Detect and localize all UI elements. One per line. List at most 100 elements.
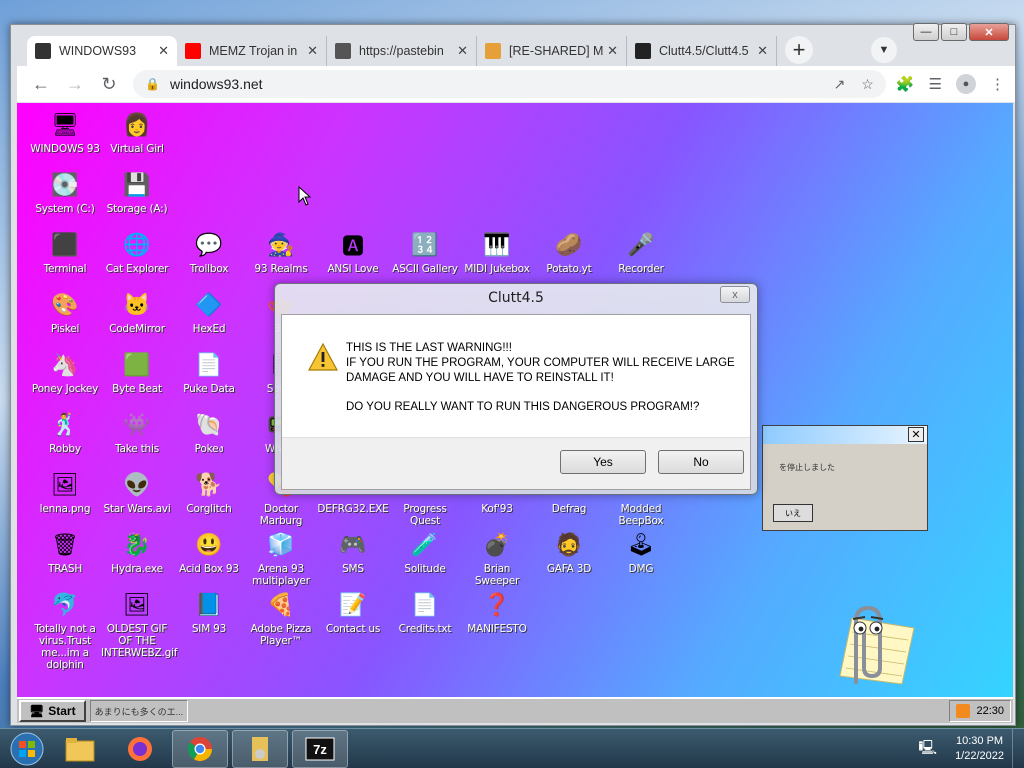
browser-tab[interactable]: https://pastebin ✕ <box>327 36 477 66</box>
desktop-icon[interactable]: 👾 Take this <box>101 409 173 455</box>
start-label: Start <box>48 704 76 718</box>
firefox-taskbar-button[interactable] <box>112 730 168 768</box>
desktop-icon[interactable]: 💬 Trollbox <box>173 229 245 275</box>
desktop-icon[interactable]: 😃 Acid Box 93 <box>173 529 245 575</box>
desktop-icon[interactable]: 💾 Storage (A:) <box>101 169 173 215</box>
desktop-icon[interactable]: 📄 Puke Data <box>173 349 245 395</box>
rss-icon[interactable] <box>956 704 971 718</box>
app-icon: 🟩 <box>123 352 151 377</box>
close-window-button[interactable]: ✕ <box>969 23 1009 41</box>
desktop-icon[interactable]: 🐚 Pokeง <box>173 409 245 455</box>
browser-tab[interactable]: MEMZ Trojan in ✕ <box>177 36 327 66</box>
desktop-icon[interactable]: 📘 SIM 93 <box>173 589 245 635</box>
w93-task-item[interactable]: あまりにも多くのエ... <box>89 700 188 722</box>
desktop-icon-label: System (C:) <box>35 203 95 215</box>
desktop-icon[interactable]: 🌐 Cat Explorer <box>101 229 173 275</box>
desktop-icon[interactable]: ❓ MANIFESTO <box>461 589 533 635</box>
desktop-icon[interactable]: 🖼 OLDEST GIF OF THE INTERWEBZ.gif <box>101 589 178 659</box>
tab-title: MEMZ Trojan in <box>209 44 298 58</box>
desktop-icon[interactable]: 🧊 Arena 93 multiplayer <box>245 529 317 587</box>
desktop-icon[interactable]: 📝 Contact us <box>317 589 389 635</box>
menu-kebab-icon[interactable]: ⋮ <box>990 75 1005 93</box>
app-icon: 😃 <box>195 532 223 557</box>
youtube-icon <box>185 43 201 59</box>
bookmark-star-icon[interactable]: ☆ <box>861 76 874 93</box>
desktop-icon-label: Credits.txt <box>398 623 452 635</box>
no-button[interactable]: No <box>658 450 744 474</box>
desktop-icon[interactable]: 🧙 93 Realms <box>245 229 317 275</box>
desktop-icon[interactable]: 🧪 Solitude <box>389 529 461 575</box>
new-tab-button[interactable]: + <box>785 36 813 64</box>
yes-button[interactable]: Yes <box>560 450 646 474</box>
desktop-icon[interactable]: 🗑 TRASH <box>29 529 101 575</box>
desktop-icon[interactable]: 💽 System (C:) <box>29 169 101 215</box>
desktop-icon[interactable]: 🐕 Corglitch <box>173 469 245 515</box>
w93-start-button[interactable]: 🖥 Start <box>19 700 86 722</box>
app-icon: 📄 <box>195 352 223 377</box>
dialog-close-button[interactable]: x <box>720 286 750 303</box>
desktop-icon[interactable]: 🧔 GAFA 3D <box>533 529 605 575</box>
extensions-icon[interactable]: 🧩 <box>896 75 915 93</box>
desktop-icon[interactable]: 📄 Credits.txt <box>389 589 461 635</box>
chrome-taskbar-button[interactable] <box>172 729 228 768</box>
desktop-icon[interactable]: 🔷 HexEd <box>173 289 245 335</box>
bg-dialog-button[interactable]: いえ <box>773 504 813 522</box>
back-button[interactable]: ← <box>27 70 55 98</box>
desktop-icon[interactable]: 🕹 DMG <box>605 529 677 575</box>
network-icon[interactable]: 🖳 <box>918 737 937 761</box>
windows-start-orb[interactable] <box>6 730 48 768</box>
address-bar[interactable]: 🔒 windows93.net ↗ ☆ <box>133 70 886 98</box>
desktop-icon-label: HexEd <box>192 323 226 335</box>
browser-tab[interactable]: WINDOWS93 ✕ <box>27 36 177 66</box>
desktop-icon[interactable]: 🟩 Byte Beat <box>101 349 173 395</box>
explorer-taskbar-button[interactable] <box>52 730 108 768</box>
close-tab-icon[interactable]: ✕ <box>457 43 468 59</box>
close-tab-icon[interactable]: ✕ <box>757 43 768 59</box>
clippy-assistant[interactable] <box>822 598 918 688</box>
tab-search-button[interactable]: ▼ <box>871 37 897 63</box>
background-error-dialog: ✕ を停止しました いえ <box>762 425 928 531</box>
desktop-icon-label: Contact us <box>325 623 381 635</box>
desktop-icon[interactable]: 🐬 Totally not a virus.Trust me...im a dol… <box>29 589 101 671</box>
app-icon: 💾 <box>123 172 151 197</box>
browser-tab[interactable]: [RE-SHARED] M ✕ <box>477 36 627 66</box>
desktop-icon[interactable]: 🐉 Hydra.exe <box>101 529 173 575</box>
forward-button[interactable]: → <box>61 70 89 98</box>
chevron-down-icon: ▼ <box>878 44 890 56</box>
desktop-icon[interactable]: 🦄 Poney Jockey <box>29 349 101 395</box>
reload-button[interactable]: ↻ <box>95 70 123 98</box>
maximize-button[interactable]: □ <box>941 23 967 41</box>
browser-tab[interactable]: Clutt4.5/Clutt4.5 ✕ <box>627 36 777 66</box>
desktop-icon[interactable]: 👩 Virtual Girl <box>101 109 173 155</box>
host-clock[interactable]: 10:30 PM 1/22/2022 <box>955 734 1004 764</box>
desktop-icon[interactable]: 👽 Star Wars.avi <box>101 469 173 515</box>
share-icon[interactable]: ↗ <box>834 76 846 93</box>
reload-icon: ↻ <box>101 73 117 94</box>
desktop-icon[interactable]: 🥔 Potato.yt <box>533 229 605 275</box>
desktop-icon[interactable]: 🎹 MIDI Jukebox <box>461 229 533 275</box>
desktop-icon[interactable]: ⬛ Terminal <box>29 229 101 275</box>
desktop-icon[interactable]: 🐱 CodeMirror <box>101 289 173 335</box>
desktop-icon[interactable]: 🅰 ANSI Love <box>317 229 389 275</box>
close-tab-icon[interactable]: ✕ <box>158 43 169 59</box>
close-tab-icon[interactable]: ✕ <box>307 43 318 59</box>
desktop-icon[interactable]: 🎮 SMS <box>317 529 389 575</box>
minimize-button[interactable]: — <box>913 23 939 41</box>
profile-avatar[interactable]: ● <box>956 74 976 94</box>
show-desktop-button[interactable] <box>1012 728 1024 768</box>
app-icon: 👾 <box>123 412 151 437</box>
desktop-icon[interactable]: 🖥 WINDOWS 93 <box>29 109 101 155</box>
desktop-icon[interactable]: 🔢 ASCII Gallery <box>389 229 461 275</box>
desktop-icon-label: Hydra.exe <box>111 563 163 575</box>
close-tab-icon[interactable]: ✕ <box>607 43 618 59</box>
close-icon[interactable]: ✕ <box>908 427 924 442</box>
media-app-taskbar-button[interactable] <box>232 729 288 768</box>
media-queue-icon[interactable]: ☰ <box>929 75 942 93</box>
desktop-icon[interactable]: 💣 Brian Sweeper <box>461 529 533 587</box>
desktop-icon[interactable]: 🎤 Recorder <box>605 229 677 275</box>
7zip-taskbar-button[interactable]: 7z <box>292 729 348 768</box>
desktop-icon[interactable]: 🍕 Adobe Pizza Player™ <box>245 589 317 647</box>
desktop-icon[interactable]: 🖼 lenna.png <box>29 469 101 515</box>
desktop-icon[interactable]: 🕺 Robby <box>29 409 101 455</box>
desktop-icon[interactable]: 🎨 Piskel <box>29 289 101 335</box>
